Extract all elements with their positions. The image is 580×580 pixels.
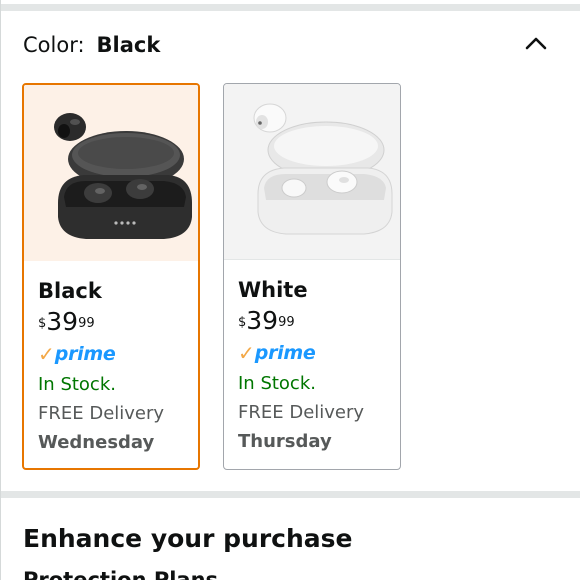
prime-check-icon: ✓ [238, 341, 255, 365]
color-swatch-black[interactable]: Black $3999 ✓ prime In Stock. FREE Deliv… [22, 83, 200, 470]
enhance-purchase-heading: Enhance your purchase [23, 524, 353, 553]
stock-status: In Stock. [238, 373, 316, 394]
prime-label: prime [54, 343, 116, 365]
price-currency-symbol: $ [38, 316, 47, 331]
chevron-up-icon[interactable] [521, 28, 551, 58]
delivery-text: FREE Delivery [238, 402, 365, 423]
swatch-color-name: White [238, 278, 308, 302]
color-selector-header[interactable]: Color: Black [23, 30, 559, 60]
stock-status: In Stock. [38, 374, 116, 395]
swatch-price: $3999 [38, 307, 164, 339]
section-divider [1, 491, 580, 498]
prime-badge: ✓ prime [238, 340, 364, 366]
product-variant-page: Color: Black Black $3999 ✓ prime In Stoc… [0, 0, 580, 580]
delivery-day: Wednesday [38, 432, 155, 453]
prime-badge: ✓ prime [38, 341, 164, 367]
price-whole: 39 [46, 307, 79, 336]
protection-plans-heading: Protection Plans [23, 568, 219, 580]
section-divider [1, 0, 580, 12]
swatch-details: White $3999 ✓ prime In Stock. FREE Deliv… [238, 277, 364, 456]
prime-check-icon: ✓ [38, 342, 55, 366]
delivery-day: Thursday [238, 431, 332, 452]
prime-label: prime [254, 342, 316, 364]
price-whole: 39 [246, 306, 279, 335]
white-earbuds-image [224, 84, 400, 260]
delivery-text: FREE Delivery [38, 403, 165, 424]
price-fraction: 99 [278, 315, 295, 330]
swatch-color-name: Black [38, 279, 102, 303]
price-currency-symbol: $ [238, 315, 247, 330]
color-label: Color: [23, 33, 85, 57]
swatch-price: $3999 [238, 306, 364, 338]
swatch-details: Black $3999 ✓ prime In Stock. FREE Deliv… [38, 278, 164, 457]
price-fraction: 99 [78, 316, 95, 331]
black-earbuds-image [24, 85, 198, 261]
selected-color-value: Black [96, 33, 161, 57]
color-swatch-white[interactable]: White $3999 ✓ prime In Stock. FREE Deliv… [223, 83, 401, 470]
